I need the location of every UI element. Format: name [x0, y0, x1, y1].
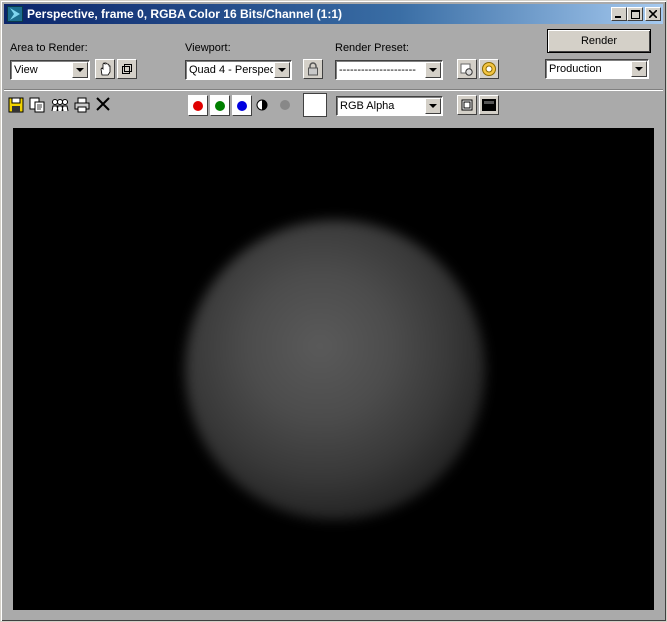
red-channel-toggle[interactable]	[188, 95, 208, 116]
rendered-sphere	[185, 220, 485, 520]
blue-dot-icon	[237, 100, 247, 111]
render-button[interactable]: Render	[547, 29, 651, 53]
channel-display-value: RGB Alpha	[340, 100, 395, 112]
chevron-down-icon[interactable]	[631, 61, 647, 77]
clear-image-button[interactable]	[96, 97, 112, 113]
clone-icon	[51, 99, 69, 112]
render-button-label: Render	[580, 35, 618, 47]
render-frame-window: Perspective, frame 0, RGBA Color 16 Bits…	[0, 0, 667, 622]
render-preset-value: ---------------------	[339, 64, 416, 76]
lock-viewport-button[interactable]	[303, 59, 323, 79]
frame-icon	[461, 99, 473, 111]
lock-icon	[308, 62, 318, 76]
minimize-button[interactable]	[611, 7, 627, 21]
chevron-down-icon[interactable]	[425, 62, 441, 78]
toggle-ui-overlay-button[interactable]	[457, 95, 477, 115]
rendered-image[interactable]	[13, 128, 654, 610]
save-image-button[interactable]	[8, 97, 24, 113]
display-alpha-toggle[interactable]	[256, 99, 272, 115]
monochrome-icon	[280, 100, 290, 110]
channel-display-dropdown[interactable]: RGB Alpha	[336, 96, 443, 116]
contrast-icon	[256, 99, 268, 111]
region-icon	[122, 64, 132, 74]
render-mode-dropdown[interactable]: Production	[545, 59, 649, 79]
green-channel-toggle[interactable]	[210, 95, 230, 116]
auto-region-button[interactable]	[117, 59, 137, 79]
area-to-render-label: Area to Render:	[10, 42, 88, 54]
save-icon	[8, 97, 24, 113]
area-to-render-dropdown[interactable]: View	[10, 60, 90, 80]
title-bar[interactable]: Perspective, frame 0, RGBA Color 16 Bits…	[4, 4, 663, 24]
viewport-label: Viewport:	[185, 42, 231, 54]
render-preset-dropdown[interactable]: ---------------------	[335, 60, 443, 80]
clone-window-button[interactable]	[51, 97, 69, 113]
toolbar-separator	[4, 89, 663, 91]
chevron-down-icon[interactable]	[425, 98, 441, 114]
background-color-swatch[interactable]	[303, 93, 327, 117]
render-setup-button[interactable]	[479, 59, 499, 79]
gear-icon	[482, 62, 496, 76]
close-icon	[649, 10, 657, 18]
blue-channel-toggle[interactable]	[232, 95, 252, 116]
environment-icon	[460, 63, 473, 76]
copy-image-button[interactable]	[29, 97, 45, 113]
close-icon	[96, 97, 110, 111]
viewport-value: Quad 4 - Perspective	[189, 64, 273, 76]
red-dot-icon	[193, 100, 203, 111]
copy-icon	[29, 97, 45, 113]
app-logo-icon	[7, 6, 23, 22]
rendered-image-frame	[4, 121, 663, 618]
pan-region-button[interactable]	[95, 59, 115, 79]
area-to-render-value: View	[14, 64, 38, 76]
environment-button[interactable]	[457, 59, 477, 79]
close-window-button[interactable]	[645, 7, 661, 21]
viewport-dropdown[interactable]: Quad 4 - Perspective	[185, 60, 292, 80]
hand-icon	[100, 62, 111, 76]
maximize-button[interactable]	[627, 7, 643, 21]
print-icon	[74, 97, 90, 113]
render-preset-label: Render Preset:	[335, 42, 409, 54]
minimize-icon	[615, 16, 621, 18]
monochrome-toggle[interactable]	[279, 99, 295, 115]
green-dot-icon	[215, 100, 225, 111]
render-mode-value: Production	[549, 63, 602, 75]
render-controls: Area to Render: View Viewport: Quad 4 - …	[4, 25, 663, 89]
display-icon	[482, 99, 496, 111]
chevron-down-icon[interactable]	[274, 62, 290, 78]
window-title: Perspective, frame 0, RGBA Color 16 Bits…	[27, 7, 342, 21]
toggle-ui-button[interactable]	[479, 95, 499, 115]
display-toolbar: RGB Alpha	[4, 92, 663, 120]
chevron-down-icon[interactable]	[72, 62, 88, 78]
print-image-button[interactable]	[74, 97, 90, 113]
maximize-icon	[630, 9, 640, 19]
